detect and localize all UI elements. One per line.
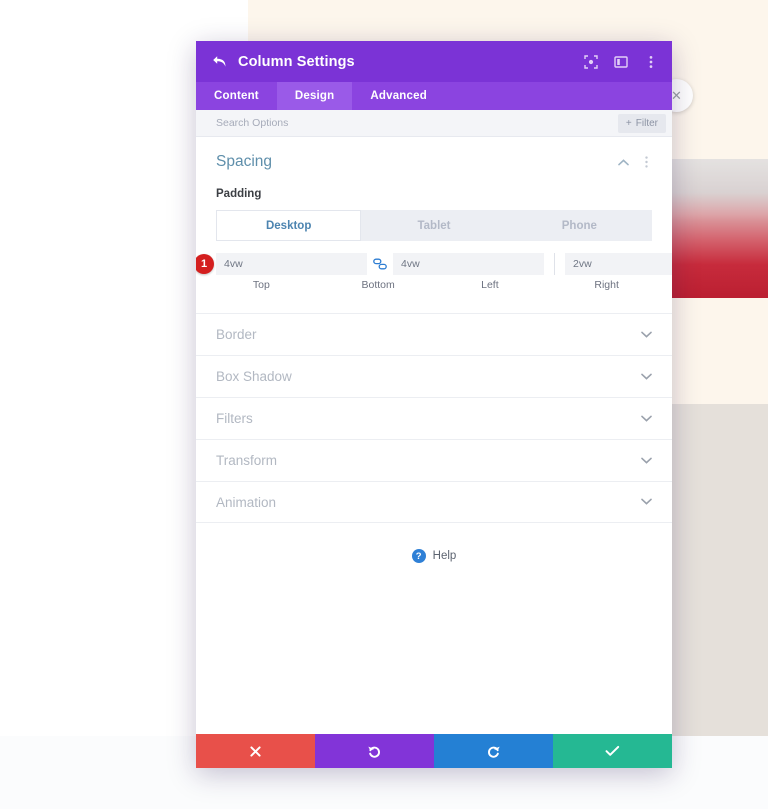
spacing-title: Spacing — [216, 153, 273, 170]
accordion-item-animation[interactable]: Animation — [196, 481, 672, 523]
padding-left-label: Left — [481, 279, 499, 291]
titlebar-icon-group — [583, 54, 659, 70]
question-mark-icon: ? — [411, 549, 426, 563]
tab-design[interactable]: Design — [276, 82, 353, 110]
column-settings-modal: Column Settings Content Design Advanced … — [196, 41, 672, 768]
filter-button-label: Filter — [635, 117, 658, 129]
padding-label: Padding — [216, 188, 262, 200]
label-divider — [424, 279, 445, 291]
chevron-down-icon — [641, 329, 652, 341]
label-spacer-horizontal — [535, 279, 561, 291]
step-badge-1: 1 — [196, 254, 214, 274]
padding-horizontal-labels: Left Right — [445, 279, 653, 291]
back-arrow-icon[interactable] — [210, 53, 228, 71]
accordion-label: Transform — [216, 453, 278, 468]
device-tab-tablet[interactable]: Tablet — [361, 210, 506, 241]
padding-top-input[interactable] — [216, 253, 367, 275]
accordion-label: Box Shadow — [216, 369, 292, 384]
padding-horizontal-group — [565, 253, 672, 275]
search-options-row: + Filter — [196, 110, 672, 137]
padding-bottom-label: Bottom — [361, 279, 395, 291]
modal-body: Spacing Padding Desktop Tablet Phone 1 4… — [196, 137, 672, 734]
more-vertical-icon[interactable] — [643, 54, 659, 70]
filter-button[interactable]: + Filter — [617, 113, 666, 133]
padding-vertical-group — [216, 253, 544, 275]
accordion-item-border[interactable]: Border — [196, 313, 672, 355]
chevron-down-icon — [641, 455, 652, 467]
spacing-more-vertical-icon[interactable] — [640, 156, 652, 168]
cancel-button[interactable] — [196, 734, 315, 768]
padding-label-row: Top Bottom Left Right — [216, 279, 652, 291]
chevron-down-icon — [641, 413, 652, 425]
plus-icon: + — [625, 117, 632, 129]
undo-button[interactable] — [315, 734, 434, 768]
label-spacer-vertical — [307, 279, 333, 291]
help-link[interactable]: ? Help — [196, 523, 672, 563]
accordion-item-transform[interactable]: Transform — [196, 439, 672, 481]
accordion-item-filters[interactable]: Filters — [196, 397, 672, 439]
close-icon: ✕ — [671, 87, 682, 103]
accordion-label: Filters — [216, 411, 253, 426]
panel-layout-icon[interactable] — [613, 54, 629, 70]
help-label: Help — [432, 550, 457, 562]
accordion-list: Border Box Shadow Filters Transform Anim… — [196, 313, 672, 523]
tab-advanced[interactable]: Advanced — [352, 82, 445, 110]
padding-bottom-input[interactable] — [393, 253, 544, 275]
spacing-controls — [617, 156, 652, 168]
tab-content[interactable]: Content — [196, 82, 277, 110]
accordion-label: Border — [216, 327, 257, 342]
chain-link-icon-vertical[interactable] — [367, 253, 393, 275]
modal-tab-bar: Content Design Advanced — [196, 82, 672, 110]
padding-right-label: Right — [594, 279, 619, 291]
device-tab-desktop[interactable]: Desktop — [216, 210, 362, 241]
modal-titlebar: Column Settings — [196, 41, 672, 82]
accordion-label: Animation — [216, 494, 277, 510]
padding-input-row: 1 — [196, 253, 672, 275]
search-input[interactable] — [216, 117, 618, 129]
save-button[interactable] — [553, 734, 672, 768]
chevron-down-icon — [641, 496, 652, 508]
spacing-section: Spacing Padding Desktop Tablet Phone 1 4… — [196, 137, 672, 291]
target-expand-icon[interactable] — [583, 54, 599, 70]
redo-button[interactable] — [434, 734, 553, 768]
spacing-section-header: Spacing — [216, 153, 652, 171]
padding-top-label: Top — [252, 279, 270, 291]
padding-divider — [554, 253, 555, 275]
chevron-up-icon[interactable] — [617, 158, 629, 166]
padding-left-input[interactable] — [565, 253, 672, 275]
page-title: Column Settings — [238, 53, 355, 70]
chevron-down-icon — [641, 371, 652, 383]
device-toggle: Desktop Tablet Phone — [216, 210, 652, 241]
device-tab-phone[interactable]: Phone — [507, 210, 652, 241]
accordion-item-box-shadow[interactable]: Box Shadow — [196, 355, 672, 397]
modal-footer — [196, 734, 672, 768]
padding-vertical-labels: Top Bottom — [216, 279, 424, 291]
